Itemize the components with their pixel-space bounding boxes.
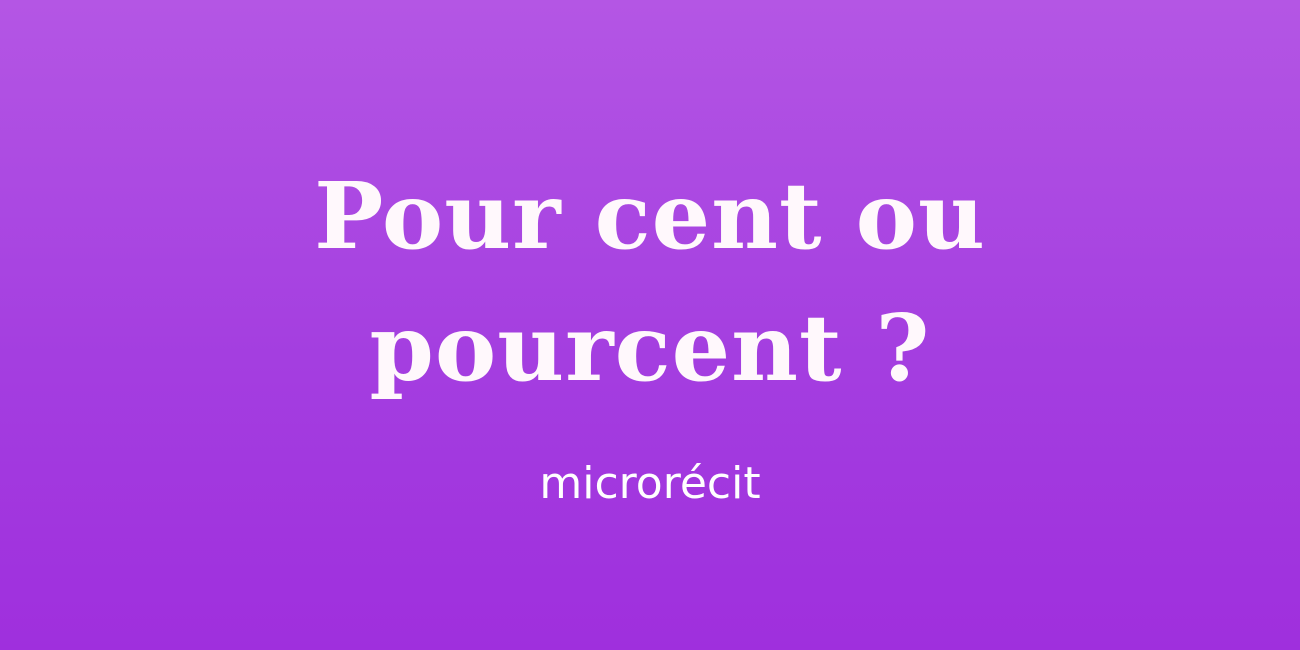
page-title: Pour cent ou pourcent ? (0, 150, 1300, 414)
title-line-2: pourcent ? (369, 294, 931, 402)
title-line-1: Pour cent ou (314, 162, 986, 270)
subtitle: microrécit (539, 458, 761, 509)
title-card: Pour cent ou pourcent ? microrécit (0, 0, 1300, 650)
